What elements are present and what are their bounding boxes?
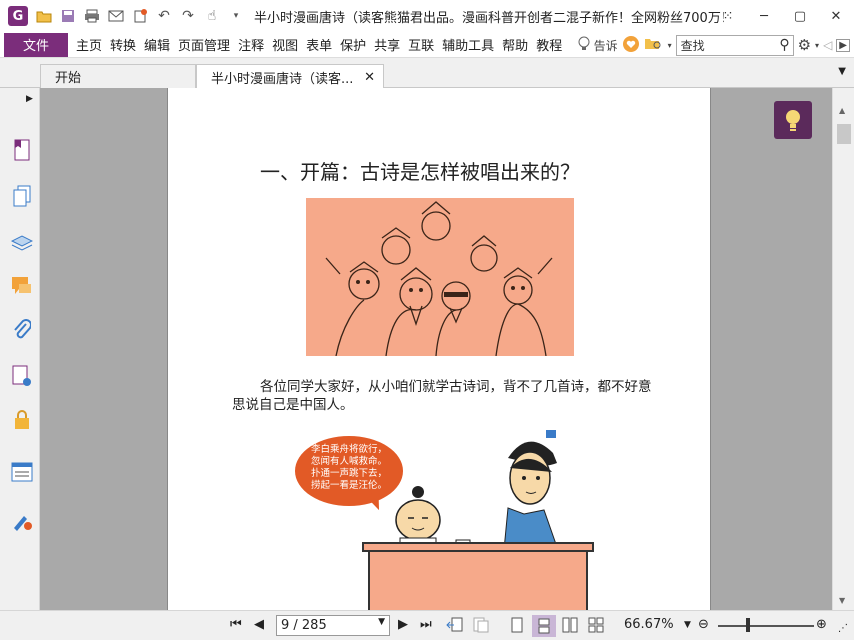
next-arrow-icon[interactable]: ▶: [836, 38, 850, 52]
menu-item-1[interactable]: 转换: [106, 35, 140, 54]
next-page-icon[interactable]: ▶: [398, 617, 408, 632]
menu-item-7[interactable]: 保护: [336, 35, 370, 54]
maximize-button[interactable]: ▢: [782, 0, 818, 32]
open-folder-icon[interactable]: [34, 6, 54, 26]
menu-item-6[interactable]: 表单: [302, 35, 336, 54]
chapter-title: 一、开篇：古诗是怎样被唱出来的？: [260, 160, 580, 184]
continuous-facing-view-icon[interactable]: [588, 617, 604, 633]
menu-item-5[interactable]: 视图: [268, 35, 302, 54]
continuous-view-icon[interactable]: [532, 615, 556, 637]
print-icon[interactable]: [82, 6, 102, 26]
menu-item-11[interactable]: 帮助: [498, 35, 532, 54]
prev-page-icon[interactable]: ◀: [254, 617, 264, 632]
search-icon[interactable]: ⚲: [779, 37, 789, 53]
email-icon[interactable]: [106, 6, 126, 26]
pdf-page: 一、开篇：古诗是怎样被唱出来的？ 各位同学大家好，从小咱们就学古诗词，背不了几首…: [167, 88, 711, 610]
zoom-dropdown-icon[interactable]: ▼: [684, 620, 691, 630]
window-title: 半小时漫画唐诗（读客熊猫君出品。漫画科普开创者二混子新作！全网粉丝700万！: [254, 10, 724, 26]
tab-document[interactable]: 半小时漫画唐诗（读客... ✕: [196, 64, 384, 89]
menu-item-2[interactable]: 编辑: [140, 35, 174, 54]
scroll-down-icon[interactable]: ▼: [839, 596, 845, 605]
menu-item-12[interactable]: 教程: [532, 35, 566, 54]
prev-arrow-icon[interactable]: ◁: [823, 38, 832, 52]
new-document-icon[interactable]: [130, 6, 150, 26]
tab-bar: 开始 半小时漫画唐诗（读客... ✕ ▼: [0, 58, 854, 89]
last-page-icon[interactable]: ⏭: [420, 617, 432, 632]
find-folder-icon[interactable]: [644, 36, 664, 55]
intro-paragraph: 各位同学大家好，从小咱们就学古诗词，背不了几首诗，都不好意思说自己是中国人。: [232, 379, 652, 413]
tab-close-icon[interactable]: ✕: [364, 70, 375, 85]
qa-dropdown-icon[interactable]: ▾: [226, 6, 246, 26]
menu-items: 主页 转换 编辑 页面管理 注释 视图 表单 保护 共享 互联 辅助工具 帮助 教程: [72, 35, 566, 54]
resize-grip-icon[interactable]: ⋰: [838, 623, 848, 634]
settings-dropdown-icon[interactable]: ▾: [815, 41, 819, 50]
previous-view-icon[interactable]: [446, 617, 464, 633]
settings-gear-icon[interactable]: ⚙: [798, 36, 811, 54]
form-fields-icon[interactable]: [10, 460, 34, 484]
app-logo-icon[interactable]: G: [8, 6, 28, 26]
bookmark-icon[interactable]: [10, 138, 34, 162]
lightbulb-icon[interactable]: [578, 36, 590, 55]
security-lock-icon[interactable]: [10, 408, 34, 432]
tab-start-label: 开始: [55, 71, 82, 86]
tab-start[interactable]: 开始: [40, 64, 196, 88]
menu-item-3[interactable]: 页面管理: [174, 35, 234, 54]
undo-icon[interactable]: ↶: [154, 6, 174, 26]
search-input[interactable]: 查找 ⚲: [675, 34, 794, 56]
hand-tool-icon[interactable]: ☝: [202, 6, 222, 26]
find-dropdown-icon[interactable]: ▾: [668, 41, 672, 50]
poets-illustration: [306, 198, 574, 356]
page-number-input[interactable]: 9 / 285 ▼: [276, 615, 390, 636]
expand-panel-icon[interactable]: ▶: [26, 94, 33, 104]
menu-item-8[interactable]: 共享: [370, 35, 404, 54]
page-thumbnails-icon[interactable]: [10, 184, 34, 208]
next-view-icon[interactable]: [472, 617, 490, 633]
quick-access-toolbar: ↶ ↷ ☝ ▾: [34, 6, 246, 26]
heart-icon[interactable]: [622, 35, 640, 56]
ribbon-layout-icon[interactable]: ⁙: [710, 0, 746, 32]
save-icon[interactable]: [58, 6, 78, 26]
minimize-button[interactable]: ─: [746, 0, 782, 32]
page-number-value: 9 / 285: [281, 618, 327, 633]
vertical-scrollbar[interactable]: ▲ ▼: [832, 88, 854, 610]
document-viewport[interactable]: 一、开篇：古诗是怎样被唱出来的？ 各位同学大家好，从小咱们就学古诗词，背不了几首…: [40, 88, 832, 610]
status-bar: ⏮ ◀ 9 / 285 ▼ ▶ ⏭ 66.67% ▼ ⊖ ⊕ ⋰: [0, 610, 854, 640]
desk-illustration: [368, 550, 588, 610]
facing-view-icon[interactable]: [562, 617, 578, 633]
scroll-up-icon[interactable]: ▲: [839, 106, 845, 115]
page-dropdown-icon[interactable]: ▼: [378, 617, 385, 627]
zoom-in-icon[interactable]: ⊕: [816, 617, 827, 632]
search-input-text: 查找: [680, 38, 705, 53]
tell-me-label[interactable]: 告诉: [594, 37, 618, 54]
tab-document-label: 半小时漫画唐诗（读客...: [211, 71, 354, 87]
menu-item-0[interactable]: 主页: [72, 35, 106, 54]
zoom-out-icon[interactable]: ⊖: [698, 617, 709, 632]
close-button[interactable]: ✕: [818, 0, 854, 32]
certify-pen-icon[interactable]: [10, 508, 34, 532]
idea-lightbulb-button[interactable]: [774, 101, 812, 139]
menu-item-9[interactable]: 互联: [404, 35, 438, 54]
layers-icon[interactable]: [10, 230, 34, 254]
menu-item-10[interactable]: 辅助工具: [438, 35, 498, 54]
zoom-slider-thumb[interactable]: [746, 618, 750, 632]
first-page-icon[interactable]: ⏮: [230, 617, 242, 632]
zoom-slider-track[interactable]: [718, 625, 814, 627]
window-controls: ⁙ ─ ▢ ✕: [710, 0, 854, 32]
file-menu-button[interactable]: 文件: [4, 32, 68, 57]
title-bar: G ↶ ↷ ☝ ▾ 半小时漫画唐诗（读客熊猫君出品。漫画科普开创者二混子新作！全…: [0, 0, 854, 32]
menu-item-4[interactable]: 注释: [234, 35, 268, 54]
redo-icon[interactable]: ↷: [178, 6, 198, 26]
comments-icon[interactable]: [10, 274, 34, 298]
scrollbar-thumb[interactable]: [837, 124, 851, 144]
zoom-level[interactable]: 66.67%: [624, 617, 674, 632]
left-navigation-panel: ▶: [0, 88, 40, 640]
tab-list-dropdown-icon[interactable]: ▼: [838, 66, 846, 77]
signature-icon[interactable]: [10, 364, 34, 388]
menu-right-tools: 告诉 ▾ 查找 ⚲ ⚙ ▾ ◁ ▶: [578, 32, 854, 58]
single-page-view-icon[interactable]: [510, 617, 524, 633]
menu-bar: 文件 主页 转换 编辑 页面管理 注释 视图 表单 保护 共享 互联 辅助工具 帮助 教程 告诉 ▾ 查…: [0, 32, 854, 58]
attachment-icon[interactable]: [10, 318, 34, 342]
